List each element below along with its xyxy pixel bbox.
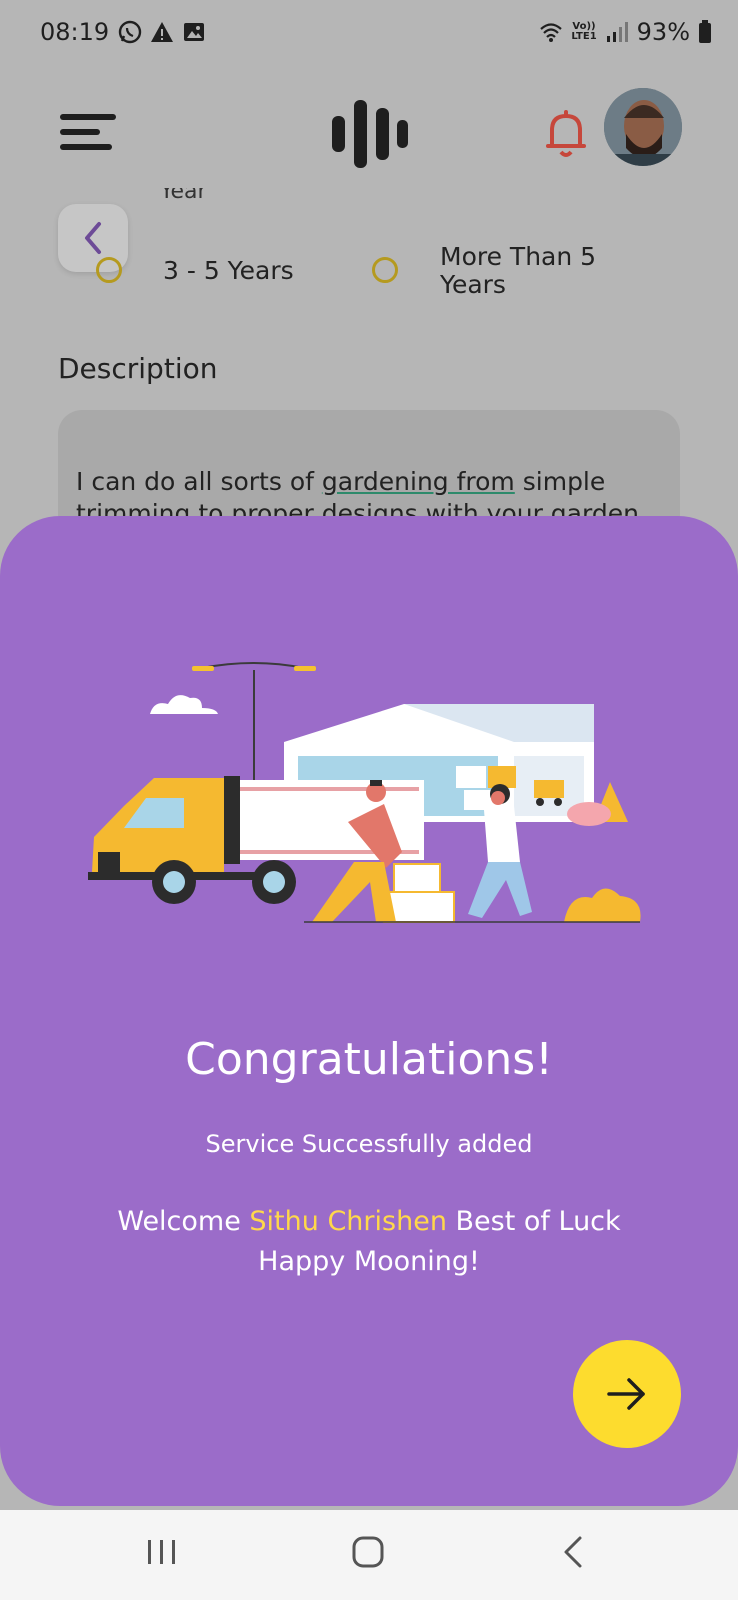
next-button[interactable] — [573, 1340, 681, 1448]
menu-icon[interactable] — [60, 110, 120, 154]
welcome-message: Welcome Sithu Chrishen Best of Luck Happ… — [117, 1206, 621, 1277]
avatar-photo — [604, 88, 682, 166]
modal-subtitle: Service Successfully added — [205, 1130, 533, 1158]
signal-icon — [606, 22, 628, 42]
app-bar — [0, 84, 738, 184]
system-nav-bar — [0, 1510, 738, 1600]
battery-icon — [699, 20, 711, 43]
battery-percent: 93% — [636, 18, 690, 46]
image-icon — [184, 23, 204, 41]
warning-icon — [151, 22, 173, 42]
modal-title: Congratulations! — [185, 1034, 553, 1085]
user-name: Sithu Chrishen — [249, 1206, 447, 1237]
delivery-truck-illustration — [88, 662, 641, 923]
avatar[interactable] — [604, 88, 682, 166]
cut-off-label: Year — [160, 188, 207, 202]
lte-indicator: Vo)) LTE1 — [571, 21, 597, 42]
radio-3-5-years[interactable] — [96, 257, 122, 283]
home-icon[interactable] — [350, 1534, 386, 1570]
arrow-right-icon — [607, 1378, 645, 1410]
radio-more-than-5-years[interactable] — [372, 257, 398, 283]
status-bar: 08:19 Vo)) LTE1 93% — [0, 0, 738, 64]
recent-apps-icon[interactable] — [146, 1534, 178, 1570]
status-time: 08:19 — [40, 18, 110, 46]
bell-icon[interactable] — [542, 108, 590, 160]
chevron-left-icon — [85, 222, 101, 254]
back-icon[interactable] — [562, 1534, 586, 1570]
logo-icon[interactable] — [330, 94, 410, 174]
success-modal: Congratulations! Service Successfully ad… — [0, 516, 738, 1506]
whatsapp-icon — [118, 20, 142, 44]
option-more-than-5-years-label: More Than 5 Years — [440, 242, 597, 299]
option-3-5-years-label: 3 - 5 Years — [163, 256, 294, 285]
wifi-icon — [540, 23, 563, 42]
description-label: Description — [58, 352, 218, 385]
